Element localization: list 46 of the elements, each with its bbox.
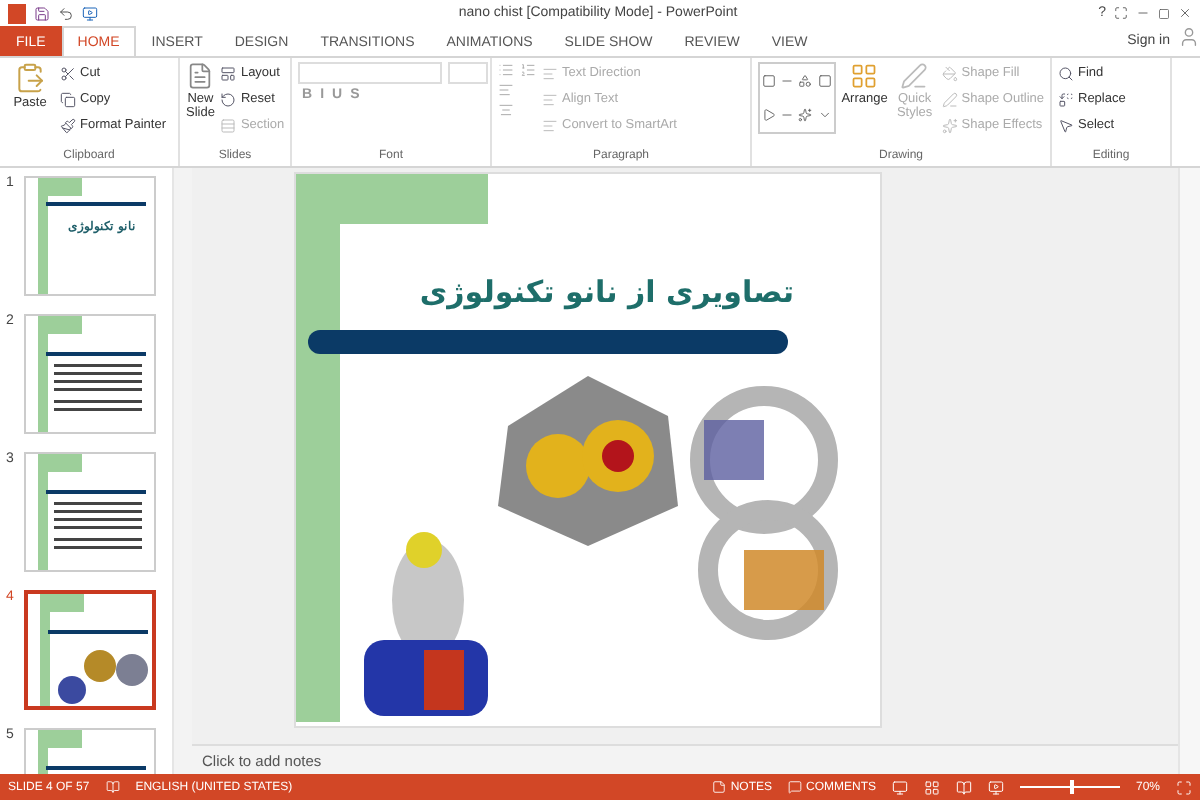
align-center-icon — [498, 102, 514, 118]
minimize-icon — [1136, 6, 1150, 20]
scrollbar[interactable] — [1178, 168, 1200, 774]
ribbon-icon — [220, 65, 237, 81]
arrange-icon — [850, 62, 879, 90]
save-icon — [34, 5, 50, 21]
ribbon-icon — [220, 117, 237, 133]
ribbon-icon — [542, 91, 558, 107]
ribbon-display-icon — [1114, 6, 1128, 20]
clipboard-icon — [14, 62, 46, 94]
ribbon-icon — [542, 117, 558, 133]
quick-styles-icon — [900, 62, 929, 90]
ribbon-icon — [941, 117, 958, 133]
bullets-icon — [498, 62, 514, 78]
ribbon-icon — [941, 65, 958, 81]
slide-sorter-icon — [923, 779, 940, 795]
undo-icon — [58, 5, 74, 21]
ribbon-icon — [60, 117, 76, 133]
font-field[interactable] — [298, 62, 442, 84]
slide-icon — [186, 62, 215, 90]
numbering-icon — [520, 62, 536, 78]
present-icon — [82, 5, 98, 21]
comment-icon — [787, 780, 802, 794]
ribbon-icon — [60, 65, 76, 81]
normal-view-icon — [891, 779, 908, 795]
ribbon-icon — [941, 91, 958, 107]
slide-thumbnail[interactable] — [24, 590, 156, 710]
fit-slide-icon — [1176, 779, 1192, 795]
slide-title: تصاویری از نانو تکنولوژی — [417, 274, 797, 310]
notes-icon — [712, 780, 727, 794]
slideshow-icon — [987, 779, 1004, 795]
app-icon[interactable] — [8, 3, 26, 23]
ribbon-icon — [1058, 117, 1074, 133]
reading-view-icon — [955, 779, 972, 795]
ribbon-icon — [1058, 65, 1074, 81]
zoom-slider-thumb[interactable] — [1069, 780, 1074, 794]
ribbon-icon — [220, 91, 237, 107]
spelling-icon — [105, 780, 120, 794]
shapes-gallery[interactable] — [758, 62, 836, 134]
ribbon-icon — [60, 91, 76, 107]
align-left-icon — [498, 82, 514, 98]
close-icon — [1178, 6, 1192, 20]
maximize-icon — [1158, 7, 1170, 19]
font-size-field[interactable] — [448, 62, 488, 84]
user-icon — [1178, 26, 1200, 48]
ribbon-icon — [542, 65, 558, 81]
